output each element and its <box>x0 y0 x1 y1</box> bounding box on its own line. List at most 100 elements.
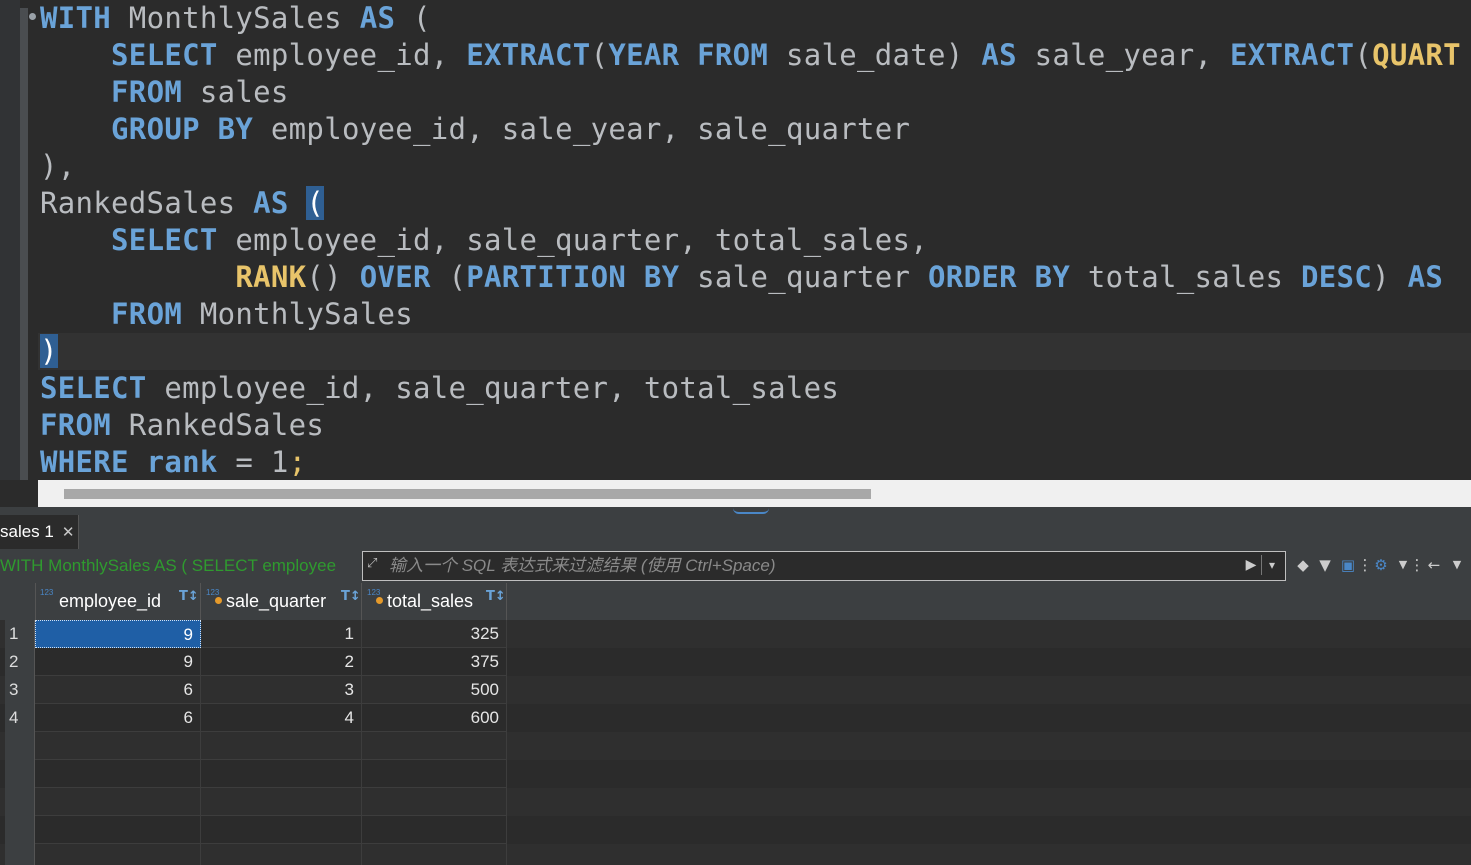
column-header-total-sales[interactable]: 123 total_sales T↕ <box>362 583 507 620</box>
more-icon[interactable]: ⋮ <box>1408 555 1426 575</box>
table-row[interactable]: 3 6 3 500 <box>0 676 1471 704</box>
column-name: total_sales <box>387 591 474 611</box>
grid-corner[interactable] <box>5 583 36 620</box>
column-header-employee-id[interactable]: 123 employee_id T↕ <box>35 583 201 620</box>
row-number[interactable]: 3 <box>5 676 35 704</box>
row-number[interactable]: 4 <box>5 704 35 732</box>
scrollbar-thumb[interactable] <box>64 489 871 499</box>
table-cell[interactable]: 4 <box>201 704 362 732</box>
code-line[interactable]: WHERE rank = 1; <box>40 444 306 480</box>
tab-results-label: sales 1 <box>0 522 54 541</box>
code-line[interactable]: SELECT employee_id, EXTRACT(YEAR FROM sa… <box>40 37 1461 74</box>
empty-cell <box>35 760 201 788</box>
sql-editor[interactable]: WITH MonthlySales AS ( SELECT employee_i… <box>0 0 1471 480</box>
table-cell[interactable]: 9 <box>35 620 201 648</box>
table-row[interactable]: 2 9 2 375 <box>0 648 1471 676</box>
code-line[interactable]: FROM MonthlySales <box>40 296 413 333</box>
code-token: ) <box>1372 260 1408 294</box>
code-token: FROM <box>111 75 183 109</box>
code-token: = <box>217 445 271 479</box>
empty-cell <box>35 732 201 760</box>
empty-row <box>0 732 1471 760</box>
sort-icon[interactable]: T↕ <box>341 589 361 604</box>
key-icon <box>376 597 383 604</box>
code-line[interactable]: RankedSales AS ( <box>40 185 325 222</box>
table-cell[interactable]: 1 <box>201 620 362 648</box>
table-cell[interactable]: 6 <box>35 704 201 732</box>
code-token: AS <box>1407 260 1444 294</box>
empty-row <box>0 760 1471 788</box>
editor-horizontal-scrollbar[interactable] <box>38 480 1471 507</box>
code-line[interactable]: WITH MonthlySales AS ( <box>40 0 431 37</box>
code-line[interactable]: SELECT employee_id, sale_quarter, total_… <box>40 222 928 259</box>
column-header-sale-quarter[interactable]: 123 sale_quarter T↕ <box>201 583 362 620</box>
empty-cell <box>362 844 507 865</box>
row-number[interactable]: 2 <box>5 648 35 676</box>
fold-marker-icon[interactable] <box>29 13 36 20</box>
current-line-highlight <box>38 333 1471 370</box>
eraser-icon[interactable]: ◆ <box>1294 555 1312 575</box>
code-token: AS <box>359 1 396 35</box>
results-grid[interactable]: 123 employee_id T↕ 123 sale_quarter T↕ 1… <box>0 583 1471 865</box>
empty-cell <box>201 788 362 816</box>
panel-icon[interactable]: ⚙ <box>1372 555 1390 575</box>
code-token: FROM <box>697 38 769 72</box>
splitter-grip-icon[interactable] <box>733 508 769 514</box>
code-line[interactable]: FROM sales <box>40 74 289 111</box>
empty-cell <box>362 788 507 816</box>
filter-icon[interactable]: ▼ <box>1316 555 1334 575</box>
code-token: ) <box>40 334 58 368</box>
table-cell[interactable]: 500 <box>362 676 507 704</box>
code-token: ( <box>430 260 467 294</box>
table-cell[interactable]: 375 <box>362 648 507 676</box>
code-token: ( <box>306 186 325 220</box>
code-token: ), <box>40 149 76 183</box>
code-token: ( <box>395 1 431 35</box>
sort-icon[interactable]: T↕ <box>486 589 506 604</box>
table-cell[interactable]: 6 <box>35 676 201 704</box>
code-token: AS <box>981 38 1017 72</box>
code-token: YEAR <box>608 38 680 72</box>
table-cell[interactable]: 600 <box>362 704 507 732</box>
table-row[interactable]: 1 9 1 325 <box>0 620 1471 648</box>
empty-cell <box>35 844 201 865</box>
filter-history-dropdown-icon[interactable]: ▾ <box>1261 555 1282 575</box>
table-cell[interactable]: 2 <box>201 648 362 676</box>
filter-box: ⤢ ▶ ▾ <box>362 551 1286 581</box>
table-cell[interactable]: 9 <box>35 648 201 676</box>
filter-settings-icon[interactable]: ▣ <box>1339 555 1357 575</box>
grid-header: 123 employee_id T↕ 123 sale_quarter T↕ 1… <box>0 583 1471 620</box>
code-token: rank <box>146 445 218 479</box>
code-token: SELECT <box>40 371 147 405</box>
code-token: MonthlySales <box>182 297 413 331</box>
code-token: MonthlySales <box>111 1 360 35</box>
code-line[interactable]: FROM RankedSales <box>40 407 324 444</box>
dropdown-icon[interactable]: ▼ <box>1448 555 1466 575</box>
code-token: employee_id, <box>217 38 467 72</box>
table-cell[interactable]: 325 <box>362 620 507 648</box>
table-row[interactable]: 4 6 4 600 <box>0 704 1471 732</box>
code-line[interactable]: RANK() OVER (PARTITION BY sale_quarter O… <box>40 259 1443 296</box>
editor-gutter <box>0 0 20 480</box>
code-token: employee_id, sale_year, sale_quarter <box>253 112 911 146</box>
filter-expand-icon[interactable]: ⤢ <box>367 556 383 572</box>
key-icon <box>215 597 222 604</box>
tab-results[interactable]: sales 1 ✕ <box>0 515 79 549</box>
code-line[interactable]: GROUP BY employee_id, sale_year, sale_qu… <box>40 111 910 148</box>
close-icon[interactable]: ✕ <box>62 523 75 541</box>
code-line[interactable]: ) <box>40 333 58 370</box>
back-arrow-icon[interactable]: ← <box>1425 555 1443 575</box>
filter-input[interactable] <box>389 553 1229 579</box>
empty-cell <box>362 760 507 788</box>
row-number[interactable]: 1 <box>5 620 35 648</box>
table-cell[interactable]: 3 <box>201 676 362 704</box>
play-icon[interactable]: ▶ <box>1243 555 1259 575</box>
sort-icon[interactable]: T↕ <box>179 589 199 604</box>
code-line[interactable]: ), <box>40 148 76 185</box>
code-token: DESC <box>1301 260 1373 294</box>
code-token: WHERE <box>40 445 129 479</box>
code-line[interactable]: SELECT employee_id, sale_quarter, total_… <box>40 370 839 407</box>
